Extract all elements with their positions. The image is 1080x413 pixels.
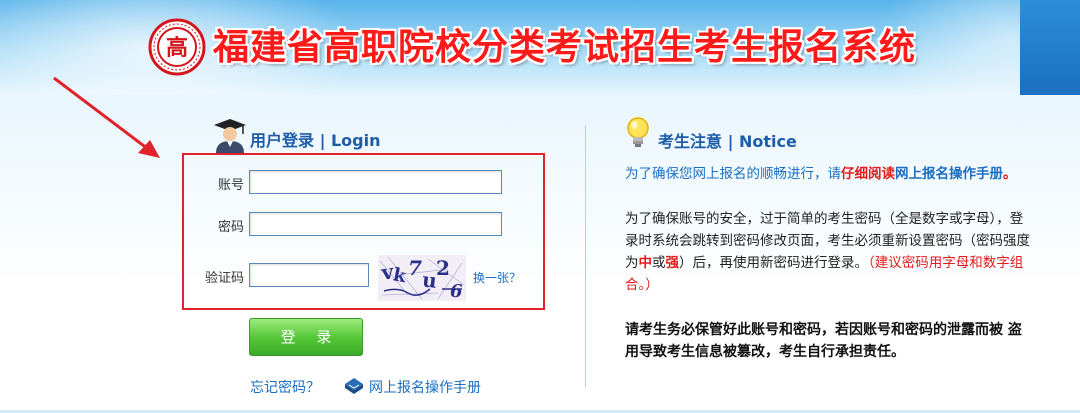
captcha-label: 验证码 bbox=[204, 271, 244, 286]
logo-char: 高 bbox=[166, 35, 188, 61]
captcha-char: 7 bbox=[408, 256, 422, 280]
notice-text: 。 bbox=[1003, 166, 1017, 182]
book-icon bbox=[345, 378, 363, 394]
notice-emphasis: 中 bbox=[638, 255, 653, 271]
notice-text: 为了确保您网上报名的顺畅进行，请 bbox=[625, 166, 841, 182]
notice-emphasis: 仔细阅读 bbox=[841, 166, 895, 182]
account-input[interactable] bbox=[249, 170, 502, 194]
login-button[interactable]: 登 录 bbox=[249, 318, 363, 356]
banner-stripe bbox=[1020, 0, 1080, 95]
notice-paragraph-2: 为了确保账号的安全，过于简单的考生密码（全是数字或字母），登录时系统会跳转到密码… bbox=[625, 208, 1035, 296]
captcha-char: 6 bbox=[450, 281, 463, 301]
notice-warning: 请考生务必保管好此账号和密码，若因账号和密码的泄露而被 盗用导致考生信息被篡改，… bbox=[625, 322, 1022, 360]
manual-link[interactable]: 网上报名操作手册 bbox=[369, 377, 481, 397]
notice-paragraph-1: 为了确保您网上报名的顺畅进行，请仔细阅读网上报名操作手册。 bbox=[625, 163, 1035, 185]
logo-seal-icon: 高 bbox=[148, 18, 206, 76]
lightbulb-icon bbox=[627, 117, 649, 147]
refresh-captcha-link[interactable]: 换一张？ bbox=[473, 269, 521, 286]
account-label: 账号 bbox=[217, 178, 244, 193]
notice-text: ）后，再使用新密码进行登录。 bbox=[679, 255, 868, 271]
user-graduate-icon bbox=[214, 119, 246, 153]
captcha-image[interactable]: v k 7 u 2 6 bbox=[378, 255, 466, 301]
captcha-input[interactable] bbox=[249, 263, 369, 287]
site-title: 福建省高职院校分类考试招生考生报名系统 bbox=[213, 27, 917, 68]
captcha-char: 2 bbox=[436, 256, 450, 280]
password-label: 密码 bbox=[217, 220, 244, 235]
forgot-password-link[interactable]: 忘记密码？ bbox=[250, 377, 320, 397]
notice-emphasis: 强 bbox=[665, 255, 680, 271]
password-input[interactable] bbox=[249, 212, 502, 236]
arrow-annotation-icon bbox=[53, 76, 160, 158]
login-title: 用户登录 | Login bbox=[250, 131, 381, 150]
column-divider bbox=[585, 125, 586, 387]
notice-text: 或 bbox=[652, 255, 666, 271]
notice-manual-link[interactable]: 网上报名操作手册 bbox=[895, 166, 1003, 182]
notice-title: 考生注意 | Notice bbox=[658, 132, 797, 151]
